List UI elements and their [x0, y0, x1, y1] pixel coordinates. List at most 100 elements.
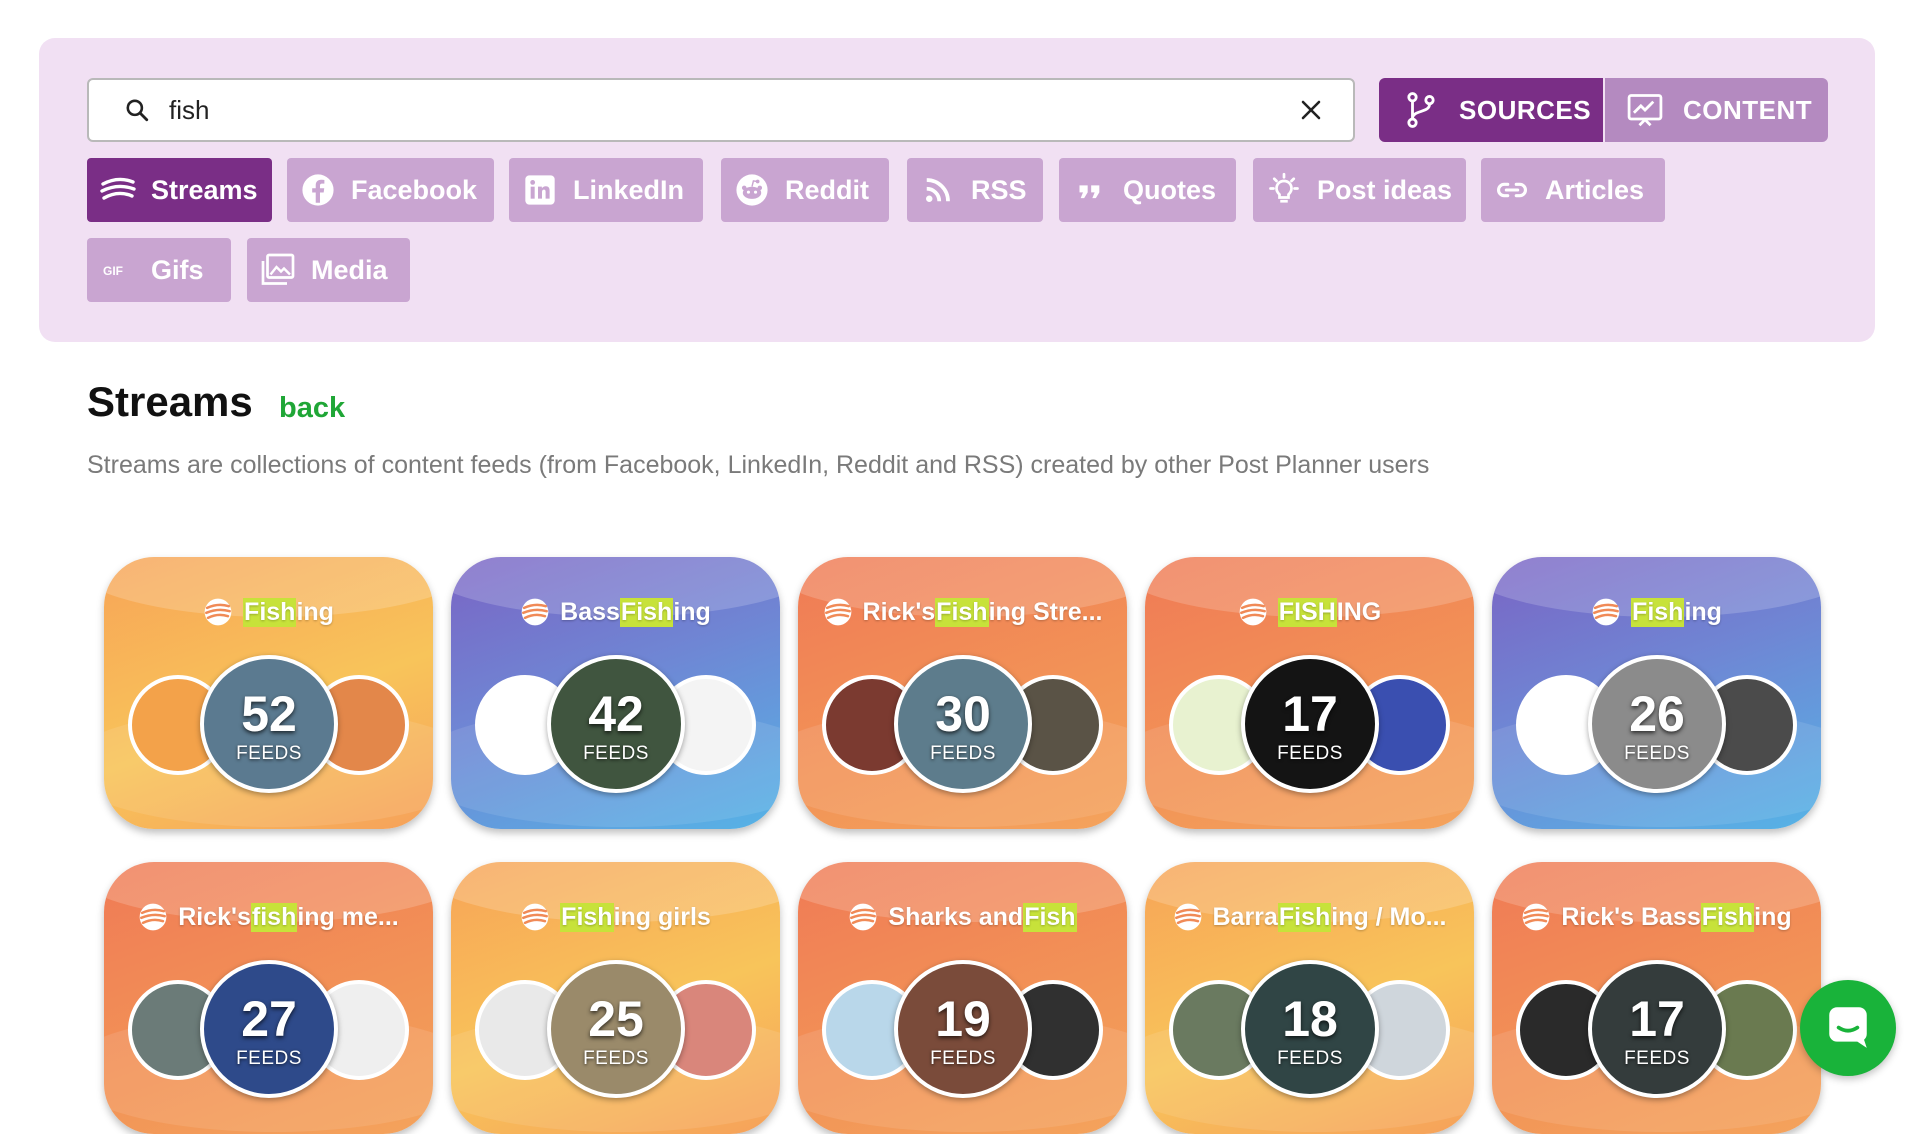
stream-card[interactable]: Barra Fish ing / Mo... 18 FEEDS	[1145, 862, 1474, 1134]
search-input[interactable]	[169, 94, 1269, 126]
stream-title-highlight: Fish	[1631, 597, 1685, 627]
stream-title-pre: Rick's	[178, 902, 251, 931]
search-box	[87, 78, 1355, 142]
feed-count: 26	[1629, 686, 1685, 742]
feed-count-avatar: 17 FEEDS	[1241, 655, 1379, 793]
sources-button[interactable]: SOURCES	[1379, 78, 1603, 142]
stream-title-highlight: Fish	[243, 597, 297, 627]
facebook-icon	[299, 171, 337, 209]
chat-icon	[1823, 1001, 1873, 1056]
stream-title-highlight: Fish	[619, 597, 674, 627]
stream-title: FISH ING	[1145, 597, 1474, 627]
feeds-label: FEEDS	[1624, 1048, 1690, 1069]
stream-card[interactable]: Fish ing girls 25 FEEDS	[451, 862, 780, 1134]
streams-icon	[850, 903, 877, 931]
stream-title-highlight: Fish	[1700, 902, 1755, 932]
feed-count-avatar: 30 FEEDS	[894, 655, 1032, 793]
content-label: CONTENT	[1683, 94, 1813, 125]
feed-count-avatar: 42 FEEDS	[547, 655, 685, 793]
stream-title-highlight: Fish	[935, 597, 989, 627]
back-link[interactable]: back	[279, 392, 345, 425]
stream-title: Barra Fish ing / Mo...	[1145, 902, 1474, 932]
feeds-label: FEEDS	[236, 1048, 302, 1069]
streams-icon	[824, 598, 851, 626]
stream-card[interactable]: Rick's Bass Fish ing 17 FEEDS	[1492, 862, 1821, 1134]
gif-icon: GIF	[99, 251, 137, 289]
feed-count: 18	[1282, 991, 1338, 1047]
stream-title-post: ing	[1754, 902, 1792, 931]
feeds-label: FEEDS	[930, 1048, 996, 1069]
feeds-label: FEEDS	[1277, 743, 1343, 764]
stream-title-post: ing	[1684, 597, 1722, 626]
stream-title-highlight: Fish	[1277, 902, 1332, 932]
chip-media[interactable]: Media	[247, 238, 410, 302]
streams-icon	[1174, 903, 1201, 931]
chip-articles[interactable]: Articles	[1481, 158, 1665, 222]
streams-icon	[521, 903, 549, 931]
search-panel: SOURCES CONTENT Streams Facebook LinkedI…	[39, 38, 1875, 342]
stream-title-pre: Rick's Bass	[1561, 902, 1701, 931]
stream-card[interactable]: Rick's Fish ing Stre... 30 FEEDS	[798, 557, 1127, 829]
stream-card[interactable]: Fish ing 26 FEEDS	[1492, 557, 1821, 829]
stream-card[interactable]: Fish ing 52 FEEDS	[104, 557, 433, 829]
chip-linkedin[interactable]: LinkedIn	[509, 158, 703, 222]
feed-count: 25	[588, 991, 644, 1047]
source-branch-icon	[1401, 90, 1441, 130]
feed-count-avatar: 25 FEEDS	[547, 960, 685, 1098]
chip-label: Gifs	[151, 254, 204, 285]
stream-card[interactable]: Bass Fish ing 42 FEEDS	[451, 557, 780, 829]
feed-count-avatar: 19 FEEDS	[894, 960, 1032, 1098]
streams-icon	[99, 171, 137, 209]
stream-title-pre: Sharks and	[888, 902, 1024, 931]
feed-count-avatar: 17 FEEDS	[1588, 960, 1726, 1098]
chip-reddit[interactable]: Reddit	[721, 158, 889, 222]
feed-count: 19	[935, 991, 991, 1047]
feeds-label: FEEDS	[236, 743, 302, 764]
content-chart-icon	[1625, 90, 1665, 130]
feeds-label: FEEDS	[583, 743, 649, 764]
linkedin-icon	[521, 171, 559, 209]
streams-icon	[204, 598, 232, 626]
feed-count: 30	[935, 686, 991, 742]
sources-label: SOURCES	[1459, 94, 1592, 125]
feed-count-avatar: 52 FEEDS	[200, 655, 338, 793]
feeds-label: FEEDS	[583, 1048, 649, 1069]
link-icon	[1493, 171, 1531, 209]
stream-title-post: ing	[296, 597, 334, 626]
chip-label: Post ideas	[1317, 174, 1453, 205]
chip-gifs[interactable]: GIF Gifs	[87, 238, 231, 302]
stream-title-pre: Barra	[1212, 902, 1278, 931]
chip-post-ideas[interactable]: Post ideas	[1253, 158, 1466, 222]
feeds-label: FEEDS	[1277, 1048, 1343, 1069]
streams-icon	[521, 598, 549, 626]
stream-title-post: ing me...	[297, 902, 399, 931]
feed-count: 42	[588, 686, 644, 742]
chip-label: Media	[311, 254, 388, 285]
chip-quotes[interactable]: Quotes	[1059, 158, 1236, 222]
chip-facebook[interactable]: Facebook	[287, 158, 494, 222]
svg-text:GIF: GIF	[103, 264, 123, 278]
stream-title-highlight: fish	[250, 902, 298, 932]
feed-count-avatar: 27 FEEDS	[200, 960, 338, 1098]
stream-card[interactable]: Sharks and Fish 19 FEEDS	[798, 862, 1127, 1134]
chip-rss[interactable]: RSS	[907, 158, 1043, 222]
stream-title: Fish ing girls	[451, 902, 780, 932]
chip-streams[interactable]: Streams	[87, 158, 272, 222]
stream-title-highlight: Fish	[1023, 902, 1077, 932]
feed-count: 27	[241, 991, 297, 1047]
close-icon[interactable]	[1297, 96, 1325, 124]
stream-title-post: ing Stre...	[988, 597, 1103, 626]
chip-label: Streams	[151, 174, 258, 205]
stream-title: Rick's Fish ing Stre...	[798, 597, 1127, 627]
stream-card[interactable]: FISH ING 17 FEEDS	[1145, 557, 1474, 829]
stream-title-highlight: Fish	[560, 902, 614, 932]
stream-title: Rick's fish ing me...	[104, 902, 433, 932]
stream-title-post: ing	[673, 597, 711, 626]
stream-card[interactable]: Rick's fish ing me... 27 FEEDS	[104, 862, 433, 1134]
chat-launcher-button[interactable]	[1800, 980, 1896, 1076]
stream-title-pre: Rick's	[862, 597, 936, 626]
content-button[interactable]: CONTENT	[1605, 78, 1828, 142]
stream-title-post: ing / Mo...	[1331, 902, 1447, 931]
feed-count: 52	[241, 686, 297, 742]
stream-title: Fish ing	[1492, 597, 1821, 627]
